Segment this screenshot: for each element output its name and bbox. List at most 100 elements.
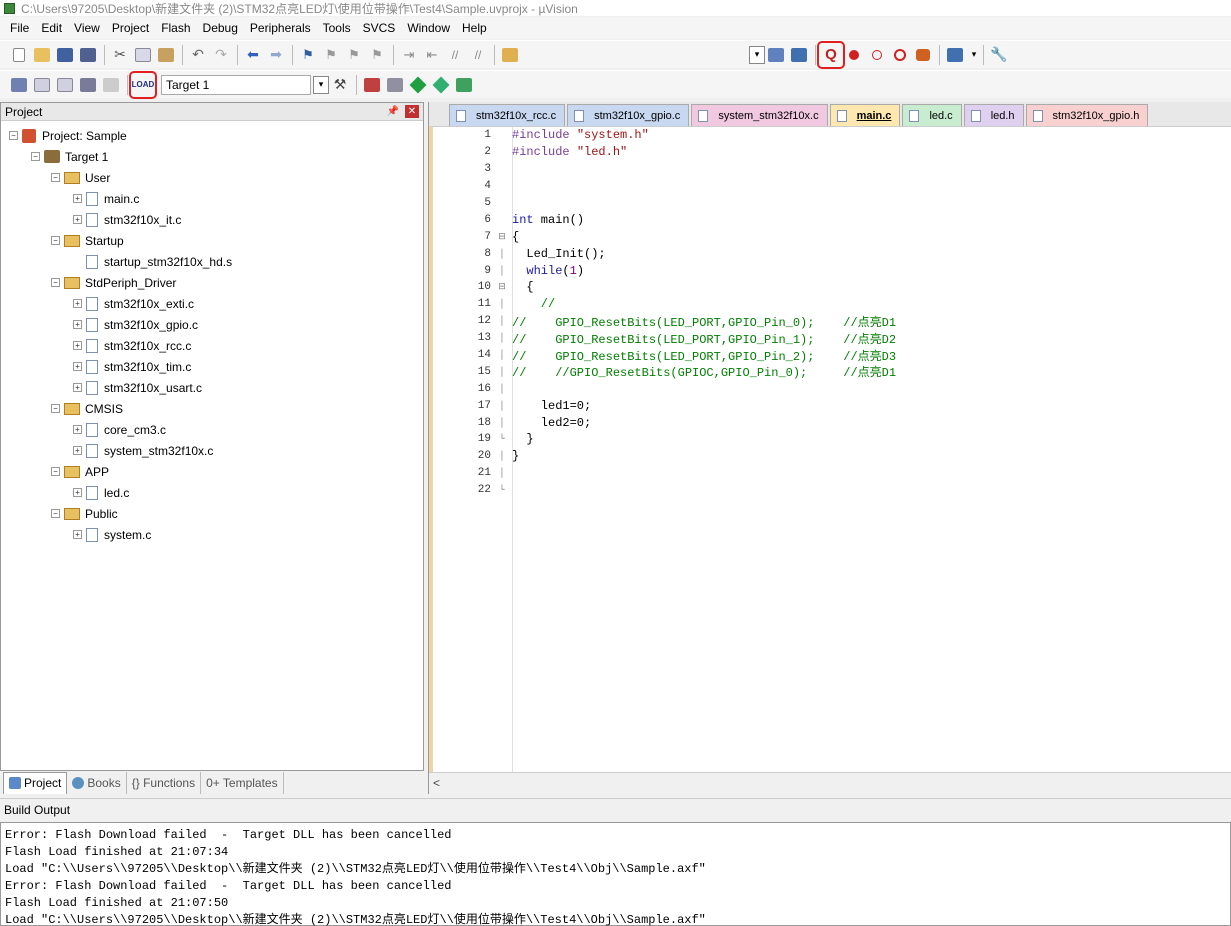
expand-icon[interactable]: +	[73, 488, 82, 497]
new-file-icon[interactable]	[8, 44, 30, 66]
code-line[interactable]: 2 #include "led.h"	[433, 144, 1231, 161]
code-line[interactable]: 12 │ // GPIO_ResetBits(LED_PORT,GPIO_Pin_0…	[433, 313, 1231, 330]
editor-tab[interactable]: stm32f10x_gpio.c	[567, 104, 690, 126]
expand-icon[interactable]: +	[73, 194, 82, 203]
window-layout-icon[interactable]	[944, 44, 966, 66]
batch-build-icon[interactable]	[77, 74, 99, 96]
expand-icon[interactable]: +	[73, 215, 82, 224]
tree-group-startup[interactable]: − Startup	[1, 230, 423, 251]
tree-group-app[interactable]: − APP	[1, 461, 423, 482]
nav-back-icon[interactable]: ⬅	[242, 44, 264, 66]
build-output-text[interactable]: Error: Flash Download failed - Target DL…	[0, 822, 1231, 926]
collapse-icon[interactable]: −	[51, 278, 60, 287]
code-line[interactable]: 13 │ // GPIO_ResetBits(LED_PORT,GPIO_Pin_1…	[433, 330, 1231, 347]
code-editor[interactable]: 1 #include "system.h" 2 #include "led.h" 3 4 5…	[429, 126, 1231, 772]
collapse-icon[interactable]: −	[31, 152, 40, 161]
code-line[interactable]: 6 int main()	[433, 211, 1231, 228]
editor-tab[interactable]: led.c	[902, 104, 962, 126]
tree-file[interactable]: + system.c	[1, 524, 423, 545]
download-load-icon[interactable]: LOAD	[129, 70, 157, 99]
code-line[interactable]: 8 │ Led_Init();	[433, 245, 1231, 262]
code-line[interactable]: 19 └ }	[433, 431, 1231, 448]
insert-breakpoint-icon[interactable]	[843, 44, 865, 66]
expand-icon[interactable]: +	[73, 530, 82, 539]
code-line[interactable]: 9 │ while(1)	[433, 262, 1231, 279]
tree-target[interactable]: − Target 1	[1, 146, 423, 167]
code-line[interactable]: 15 │ // //GPIO_ResetBits(GPIOC,GPIO_Pin_0)…	[433, 363, 1231, 381]
uncomment-icon[interactable]: //	[467, 44, 489, 66]
pin-icon[interactable]: 📌	[387, 106, 399, 117]
find-dropdown[interactable]: ▾	[749, 45, 765, 64]
code-line[interactable]: 20 │}	[433, 448, 1231, 465]
open-file-icon[interactable]	[31, 44, 53, 66]
editor-tab-active[interactable]: main.c	[829, 104, 901, 126]
menu-tools[interactable]: Tools	[317, 21, 357, 35]
stop-build-icon[interactable]	[100, 74, 122, 96]
menu-svcs[interactable]: SVCS	[357, 21, 402, 35]
expand-icon[interactable]: +	[73, 362, 82, 371]
paste-icon[interactable]	[155, 44, 177, 66]
tree-file[interactable]: + led.c	[1, 482, 423, 503]
code-line[interactable]: 18 │ led2=0;	[433, 414, 1231, 431]
bookmark-next-icon[interactable]: ⚑	[343, 44, 365, 66]
expand-icon[interactable]: +	[73, 383, 82, 392]
indent-icon[interactable]: ⇥	[398, 44, 420, 66]
code-line[interactable]: 14 │ // GPIO_ResetBits(LED_PORT,GPIO_Pin_2…	[433, 347, 1231, 364]
code-line[interactable]: 4	[433, 178, 1231, 195]
copy-icon[interactable]	[132, 44, 154, 66]
tab-templates[interactable]: 0+ Templates	[201, 771, 284, 794]
horizontal-scrollbar[interactable]: <	[429, 772, 1231, 794]
expand-icon[interactable]: +	[73, 320, 82, 329]
tree-group-cmsis[interactable]: − CMSIS	[1, 398, 423, 419]
menu-debug[interactable]: Debug	[197, 21, 244, 35]
target-options-icon[interactable]: ⚒	[329, 74, 351, 96]
code-line[interactable]: 7 ⊟{	[433, 228, 1231, 245]
scroll-left-icon[interactable]: <	[433, 776, 447, 790]
code-line[interactable]: 10 ⊟ {	[433, 279, 1231, 296]
collapse-icon[interactable]: −	[9, 131, 18, 140]
tree-file[interactable]: + stm32f10x_exti.c	[1, 293, 423, 314]
tree-group-public[interactable]: − Public	[1, 503, 423, 524]
replace-icon[interactable]	[788, 44, 810, 66]
tab-project[interactable]: Project	[3, 771, 68, 794]
code-line[interactable]: 17 │ led1=0;	[433, 397, 1231, 414]
menu-flash[interactable]: Flash	[155, 21, 196, 35]
menu-help[interactable]: Help	[456, 21, 493, 35]
tree-file[interactable]: + system_stm32f10x.c	[1, 440, 423, 461]
expand-icon[interactable]: +	[73, 446, 82, 455]
collapse-icon[interactable]: −	[51, 404, 60, 413]
find-in-files-icon[interactable]	[499, 44, 521, 66]
tree-file[interactable]: + stm32f10x_rcc.c	[1, 335, 423, 356]
start-debug-icon[interactable]: Q	[817, 40, 845, 69]
tree-file[interactable]: + stm32f10x_gpio.c	[1, 314, 423, 335]
bookmark-clear-icon[interactable]: ⚑	[366, 44, 388, 66]
manage-components-icon[interactable]	[361, 74, 383, 96]
tree-group-user[interactable]: − User	[1, 167, 423, 188]
code-line[interactable]: 1 #include "system.h"	[433, 127, 1231, 144]
editor-tab[interactable]: system_stm32f10x.c	[691, 104, 828, 126]
redo-icon[interactable]: ↷	[210, 44, 232, 66]
bookmark-icon[interactable]: ⚑	[297, 44, 319, 66]
tree-root[interactable]: − Project: Sample	[1, 125, 423, 146]
tree-file[interactable]: + main.c	[1, 188, 423, 209]
code-line[interactable]: 21 │	[433, 465, 1231, 482]
collapse-icon[interactable]: −	[51, 467, 60, 476]
menu-peripherals[interactable]: Peripherals	[244, 21, 317, 35]
unindent-icon[interactable]: ⇤	[421, 44, 443, 66]
expand-icon[interactable]: +	[73, 341, 82, 350]
code-line[interactable]: 16 │	[433, 380, 1231, 397]
close-icon[interactable]: ✕	[405, 105, 419, 118]
expand-icon[interactable]: +	[73, 425, 82, 434]
tree-file[interactable]: + stm32f10x_usart.c	[1, 377, 423, 398]
expand-icon[interactable]: +	[73, 299, 82, 308]
code-line[interactable]: 11 │ //	[433, 296, 1231, 313]
bookmark-prev-icon[interactable]: ⚑	[320, 44, 342, 66]
build-icon[interactable]	[31, 74, 53, 96]
fold-toggle-icon[interactable]: ⊟	[495, 232, 509, 242]
menu-file[interactable]: File	[4, 21, 35, 35]
select-software-packs-icon[interactable]	[430, 74, 452, 96]
code-line[interactable]: 22 └	[433, 482, 1231, 499]
menu-project[interactable]: Project	[106, 21, 155, 35]
collapse-icon[interactable]: −	[51, 509, 60, 518]
incremental-find-icon[interactable]	[765, 44, 787, 66]
